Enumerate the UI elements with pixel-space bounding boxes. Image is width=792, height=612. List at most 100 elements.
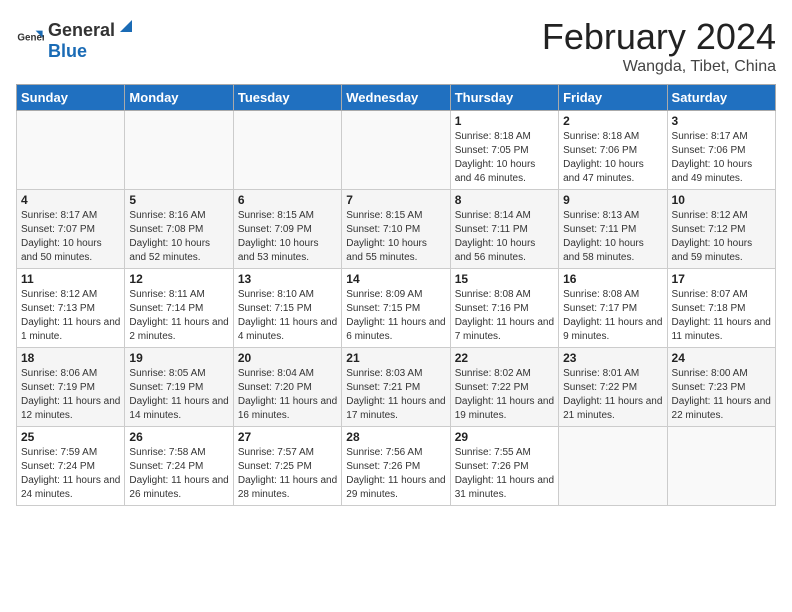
calendar-day-cell: 13 Sunrise: 8:10 AMSunset: 7:15 PMDayligh… [233, 269, 341, 348]
weekday-header: Thursday [450, 85, 558, 111]
calendar-day-cell: 10 Sunrise: 8:12 AMSunset: 7:12 PMDayligh… [667, 190, 775, 269]
day-info: Sunrise: 8:12 AMSunset: 7:13 PMDaylight:… [21, 288, 120, 344]
calendar-day-cell: 28Sunrise: 7:56 AMSunset: 7:26 PMDayligh… [342, 427, 450, 506]
day-info: Sunrise: 8:18 AMSunset: 7:06 PMDaylight:… [563, 130, 662, 186]
calendar-week-row: 25 Sunrise: 7:59 AMSunset: 7:24 PMDayligh… [17, 427, 776, 506]
page-header: General General Blue February 2024 Wangd… [16, 16, 776, 76]
day-number: 11 [21, 272, 120, 286]
day-info: Sunrise: 8:08 AMSunset: 7:16 PMDaylight:… [455, 288, 554, 344]
day-info: Sunrise: 8:02 AMSunset: 7:22 PMDaylight:… [455, 367, 554, 423]
day-number: 25 [21, 430, 120, 444]
day-number: 7 [346, 193, 445, 207]
day-info: Sunrise: 7:58 AMSunset: 7:24 PMDaylight:… [129, 446, 228, 502]
calendar-day-cell: 19 Sunrise: 8:05 AMSunset: 7:19 PMDayligh… [125, 348, 233, 427]
day-info: Sunrise: 8:15 AMSunset: 7:10 PMDaylight:… [346, 209, 445, 265]
day-info: Sunrise: 8:07 AMSunset: 7:18 PMDaylight:… [672, 288, 771, 344]
calendar-day-cell: 29 Sunrise: 7:55 AMSunset: 7:26 PMDayligh… [450, 427, 558, 506]
calendar-day-cell: 8 Sunrise: 8:14 AMSunset: 7:11 PMDaylight… [450, 190, 558, 269]
month-title: February 2024 [542, 16, 776, 58]
day-info: Sunrise: 7:59 AMSunset: 7:24 PMDaylight:… [21, 446, 120, 502]
day-number: 13 [238, 272, 337, 286]
calendar-day-cell: 3Sunrise: 8:17 AMSunset: 7:06 PMDaylight… [667, 111, 775, 190]
day-number: 6 [238, 193, 337, 207]
weekday-header: Saturday [667, 85, 775, 111]
day-info: Sunrise: 8:10 AMSunset: 7:15 PMDaylight:… [238, 288, 337, 344]
calendar-day-cell: 11 Sunrise: 8:12 AMSunset: 7:13 PMDayligh… [17, 269, 125, 348]
calendar-day-cell [17, 111, 125, 190]
calendar-day-cell: 22 Sunrise: 8:02 AMSunset: 7:22 PMDayligh… [450, 348, 558, 427]
calendar-day-cell [342, 111, 450, 190]
calendar-day-cell [125, 111, 233, 190]
day-number: 9 [563, 193, 662, 207]
day-number: 17 [672, 272, 771, 286]
calendar-day-cell: 25 Sunrise: 7:59 AMSunset: 7:24 PMDayligh… [17, 427, 125, 506]
day-number: 29 [455, 430, 554, 444]
calendar-week-row: 18 Sunrise: 8:06 AMSunset: 7:19 PMDayligh… [17, 348, 776, 427]
day-info: Sunrise: 8:15 AMSunset: 7:09 PMDaylight:… [238, 209, 337, 265]
day-number: 15 [455, 272, 554, 286]
day-info: Sunrise: 8:13 AMSunset: 7:11 PMDaylight:… [563, 209, 662, 265]
calendar-day-cell: 2 Sunrise: 8:18 AMSunset: 7:06 PMDaylight… [559, 111, 667, 190]
day-number: 2 [563, 114, 662, 128]
day-number: 10 [672, 193, 771, 207]
day-number: 19 [129, 351, 228, 365]
calendar-day-cell: 9 Sunrise: 8:13 AMSunset: 7:11 PMDaylight… [559, 190, 667, 269]
day-info: Sunrise: 8:04 AMSunset: 7:20 PMDaylight:… [238, 367, 337, 423]
day-info: Sunrise: 8:16 AMSunset: 7:08 PMDaylight:… [129, 209, 228, 265]
calendar-day-cell: 16 Sunrise: 8:08 AMSunset: 7:17 PMDayligh… [559, 269, 667, 348]
day-info: Sunrise: 8:00 AMSunset: 7:23 PMDaylight:… [672, 367, 771, 423]
calendar-table: SundayMondayTuesdayWednesdayThursdayFrid… [16, 84, 776, 506]
calendar-day-cell: 23 Sunrise: 8:01 AMSunset: 7:22 PMDayligh… [559, 348, 667, 427]
day-info: Sunrise: 8:11 AMSunset: 7:14 PMDaylight:… [129, 288, 228, 344]
day-number: 23 [563, 351, 662, 365]
calendar-day-cell: 12 Sunrise: 8:11 AMSunset: 7:14 PMDayligh… [125, 269, 233, 348]
calendar-day-cell: 24 Sunrise: 8:00 AMSunset: 7:23 PMDayligh… [667, 348, 775, 427]
day-info: Sunrise: 8:12 AMSunset: 7:12 PMDaylight:… [672, 209, 771, 265]
day-number: 1 [455, 114, 554, 128]
calendar-day-cell: 4Sunrise: 8:17 AMSunset: 7:07 PMDaylight… [17, 190, 125, 269]
calendar-week-row: 1Sunrise: 8:18 AMSunset: 7:05 PMDaylight… [17, 111, 776, 190]
day-number: 24 [672, 351, 771, 365]
weekday-header: Sunday [17, 85, 125, 111]
day-info: Sunrise: 7:55 AMSunset: 7:26 PMDaylight:… [455, 446, 554, 502]
day-number: 8 [455, 193, 554, 207]
day-number: 16 [563, 272, 662, 286]
day-number: 14 [346, 272, 445, 286]
day-number: 3 [672, 114, 771, 128]
logo: General General Blue [16, 16, 137, 62]
day-info: Sunrise: 8:01 AMSunset: 7:22 PMDaylight:… [563, 367, 662, 423]
calendar-day-cell: 14Sunrise: 8:09 AMSunset: 7:15 PMDayligh… [342, 269, 450, 348]
title-block: February 2024 Wangda, Tibet, China [542, 16, 776, 76]
calendar-week-row: 11 Sunrise: 8:12 AMSunset: 7:13 PMDayligh… [17, 269, 776, 348]
calendar-day-cell: 18 Sunrise: 8:06 AMSunset: 7:19 PMDayligh… [17, 348, 125, 427]
calendar-week-row: 4Sunrise: 8:17 AMSunset: 7:07 PMDaylight… [17, 190, 776, 269]
logo-general-text: General [48, 20, 115, 41]
calendar-header-row: SundayMondayTuesdayWednesdayThursdayFrid… [17, 85, 776, 111]
weekday-header: Tuesday [233, 85, 341, 111]
day-info: Sunrise: 8:06 AMSunset: 7:19 PMDaylight:… [21, 367, 120, 423]
day-number: 12 [129, 272, 228, 286]
day-number: 20 [238, 351, 337, 365]
calendar-day-cell: 7 Sunrise: 8:15 AMSunset: 7:10 PMDaylight… [342, 190, 450, 269]
day-info: Sunrise: 8:08 AMSunset: 7:17 PMDaylight:… [563, 288, 662, 344]
calendar-day-cell [233, 111, 341, 190]
weekday-header: Wednesday [342, 85, 450, 111]
day-info: Sunrise: 8:05 AMSunset: 7:19 PMDaylight:… [129, 367, 228, 423]
day-number: 18 [21, 351, 120, 365]
location-title: Wangda, Tibet, China [542, 58, 776, 76]
logo-blue-text: Blue [48, 41, 87, 61]
weekday-header: Monday [125, 85, 233, 111]
calendar-day-cell: 26 Sunrise: 7:58 AMSunset: 7:24 PMDayligh… [125, 427, 233, 506]
calendar-day-cell [667, 427, 775, 506]
day-info: Sunrise: 8:14 AMSunset: 7:11 PMDaylight:… [455, 209, 554, 265]
day-number: 22 [455, 351, 554, 365]
day-number: 21 [346, 351, 445, 365]
calendar-day-cell [559, 427, 667, 506]
weekday-header: Friday [559, 85, 667, 111]
calendar-day-cell: 21Sunrise: 8:03 AMSunset: 7:21 PMDayligh… [342, 348, 450, 427]
day-number: 5 [129, 193, 228, 207]
day-info: Sunrise: 7:56 AMSunset: 7:26 PMDaylight:… [346, 446, 445, 502]
calendar-day-cell: 20 Sunrise: 8:04 AMSunset: 7:20 PMDayligh… [233, 348, 341, 427]
day-number: 26 [129, 430, 228, 444]
day-number: 4 [21, 193, 120, 207]
